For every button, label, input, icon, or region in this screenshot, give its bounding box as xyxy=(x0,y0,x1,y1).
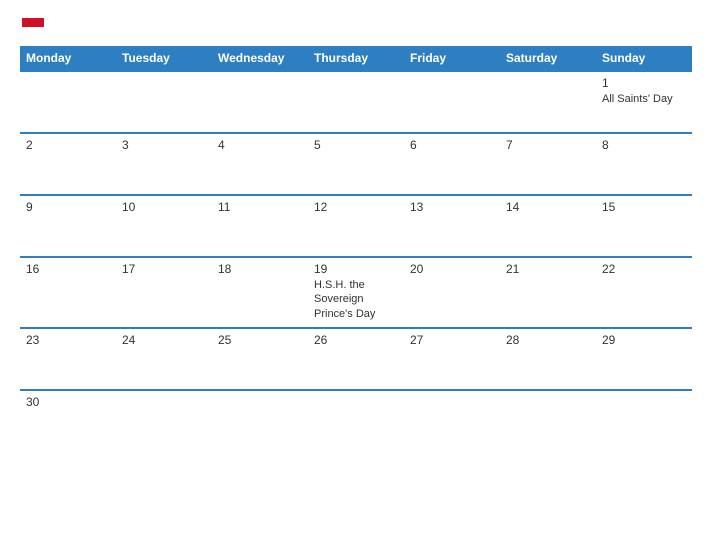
weekday-tuesday: Tuesday xyxy=(116,46,212,71)
day-number: 18 xyxy=(218,262,302,276)
calendar-row-3: 16 17 18 19 H.S.H. the Sovereign Prince's Da… xyxy=(20,257,692,328)
day-number: 27 xyxy=(410,333,494,347)
event-label: All Saints' Day xyxy=(602,92,686,106)
calendar-cell-r5-c6 xyxy=(596,390,692,442)
day-number: 21 xyxy=(506,262,590,276)
calendar-cell-r4-c5: 28 xyxy=(500,328,596,390)
calendar-cell-r5-c3 xyxy=(308,390,404,442)
day-number: 28 xyxy=(506,333,590,347)
calendar-row-2: 9 10 11 12 13 14 15 xyxy=(20,195,692,257)
day-number: 1 xyxy=(602,76,686,90)
day-number: 15 xyxy=(602,200,686,214)
calendar-cell-r2-c5: 14 xyxy=(500,195,596,257)
calendar-row-0: 1 All Saints' Day xyxy=(20,71,692,133)
calendar-cell-r4-c0: 23 xyxy=(20,328,116,390)
weekday-sunday: Sunday xyxy=(596,46,692,71)
calendar-cell-r0-c2 xyxy=(212,71,308,133)
calendar-cell-r4-c3: 26 xyxy=(308,328,404,390)
day-number: 17 xyxy=(122,262,206,276)
calendar-cell-r1-c2: 4 xyxy=(212,133,308,195)
calendar-cell-r2-c0: 9 xyxy=(20,195,116,257)
calendar-cell-r3-c4: 20 xyxy=(404,257,500,328)
calendar-cell-r5-c2 xyxy=(212,390,308,442)
header xyxy=(20,18,692,36)
calendar-cell-r3-c3: 19 H.S.H. the Sovereign Prince's Day xyxy=(308,257,404,328)
calendar-table: MondayTuesdayWednesdayThursdayFridaySatu… xyxy=(20,46,692,442)
calendar-cell-r4-c2: 25 xyxy=(212,328,308,390)
calendar-cell-r1-c5: 7 xyxy=(500,133,596,195)
day-number: 10 xyxy=(122,200,206,214)
calendar-row-1: 2345678 xyxy=(20,133,692,195)
weekday-header-row: MondayTuesdayWednesdayThursdayFridaySatu… xyxy=(20,46,692,71)
day-number: 14 xyxy=(506,200,590,214)
calendar-cell-r0-c3 xyxy=(308,71,404,133)
calendar-cell-r2-c6: 15 xyxy=(596,195,692,257)
calendar-cell-r5-c5 xyxy=(500,390,596,442)
calendar-cell-r0-c1 xyxy=(116,71,212,133)
day-number: 24 xyxy=(122,333,206,347)
day-number: 29 xyxy=(602,333,686,347)
day-number: 7 xyxy=(506,138,590,152)
calendar-cell-r5-c1 xyxy=(116,390,212,442)
calendar-cell-r4-c1: 24 xyxy=(116,328,212,390)
calendar-cell-r3-c0: 16 xyxy=(20,257,116,328)
calendar-cell-r5-c4 xyxy=(404,390,500,442)
calendar-cell-r0-c5 xyxy=(500,71,596,133)
day-number: 30 xyxy=(26,395,110,409)
day-number: 2 xyxy=(26,138,110,152)
weekday-saturday: Saturday xyxy=(500,46,596,71)
day-number: 22 xyxy=(602,262,686,276)
calendar-cell-r2-c4: 13 xyxy=(404,195,500,257)
calendar-cell-r0-c0 xyxy=(20,71,116,133)
calendar-cell-r2-c1: 10 xyxy=(116,195,212,257)
calendar-page: MondayTuesdayWednesdayThursdayFridaySatu… xyxy=(0,0,712,550)
calendar-cell-r1-c4: 6 xyxy=(404,133,500,195)
calendar-row-5: 30 xyxy=(20,390,692,442)
calendar-cell-r3-c5: 21 xyxy=(500,257,596,328)
day-number: 8 xyxy=(602,138,686,152)
logo xyxy=(20,18,44,36)
calendar-cell-r3-c6: 22 xyxy=(596,257,692,328)
calendar-cell-r1-c1: 3 xyxy=(116,133,212,195)
day-number: 6 xyxy=(410,138,494,152)
day-number: 5 xyxy=(314,138,398,152)
calendar-cell-r2-c2: 11 xyxy=(212,195,308,257)
calendar-cell-r0-c4 xyxy=(404,71,500,133)
day-number: 25 xyxy=(218,333,302,347)
calendar-cell-r4-c6: 29 xyxy=(596,328,692,390)
weekday-thursday: Thursday xyxy=(308,46,404,71)
weekday-wednesday: Wednesday xyxy=(212,46,308,71)
calendar-cell-r3-c2: 18 xyxy=(212,257,308,328)
day-number: 16 xyxy=(26,262,110,276)
day-number: 23 xyxy=(26,333,110,347)
event-label: H.S.H. the Sovereign Prince's Day xyxy=(314,278,398,321)
calendar-cell-r1-c3: 5 xyxy=(308,133,404,195)
day-number: 11 xyxy=(218,200,302,214)
weekday-monday: Monday xyxy=(20,46,116,71)
calendar-cell-r0-c6: 1 All Saints' Day xyxy=(596,71,692,133)
calendar-cell-r4-c4: 27 xyxy=(404,328,500,390)
day-number: 20 xyxy=(410,262,494,276)
calendar-cell-r5-c0: 30 xyxy=(20,390,116,442)
day-number: 12 xyxy=(314,200,398,214)
calendar-cell-r1-c6: 8 xyxy=(596,133,692,195)
calendar-cell-r2-c3: 12 xyxy=(308,195,404,257)
day-number: 3 xyxy=(122,138,206,152)
day-number: 26 xyxy=(314,333,398,347)
logo-flag-icon xyxy=(22,18,44,36)
calendar-cell-r3-c1: 17 xyxy=(116,257,212,328)
calendar-row-4: 23 24 25 26 27 28 29 xyxy=(20,328,692,390)
day-number: 9 xyxy=(26,200,110,214)
day-number: 19 xyxy=(314,262,398,276)
weekday-friday: Friday xyxy=(404,46,500,71)
day-number: 4 xyxy=(218,138,302,152)
day-number: 13 xyxy=(410,200,494,214)
calendar-cell-r1-c0: 2 xyxy=(20,133,116,195)
